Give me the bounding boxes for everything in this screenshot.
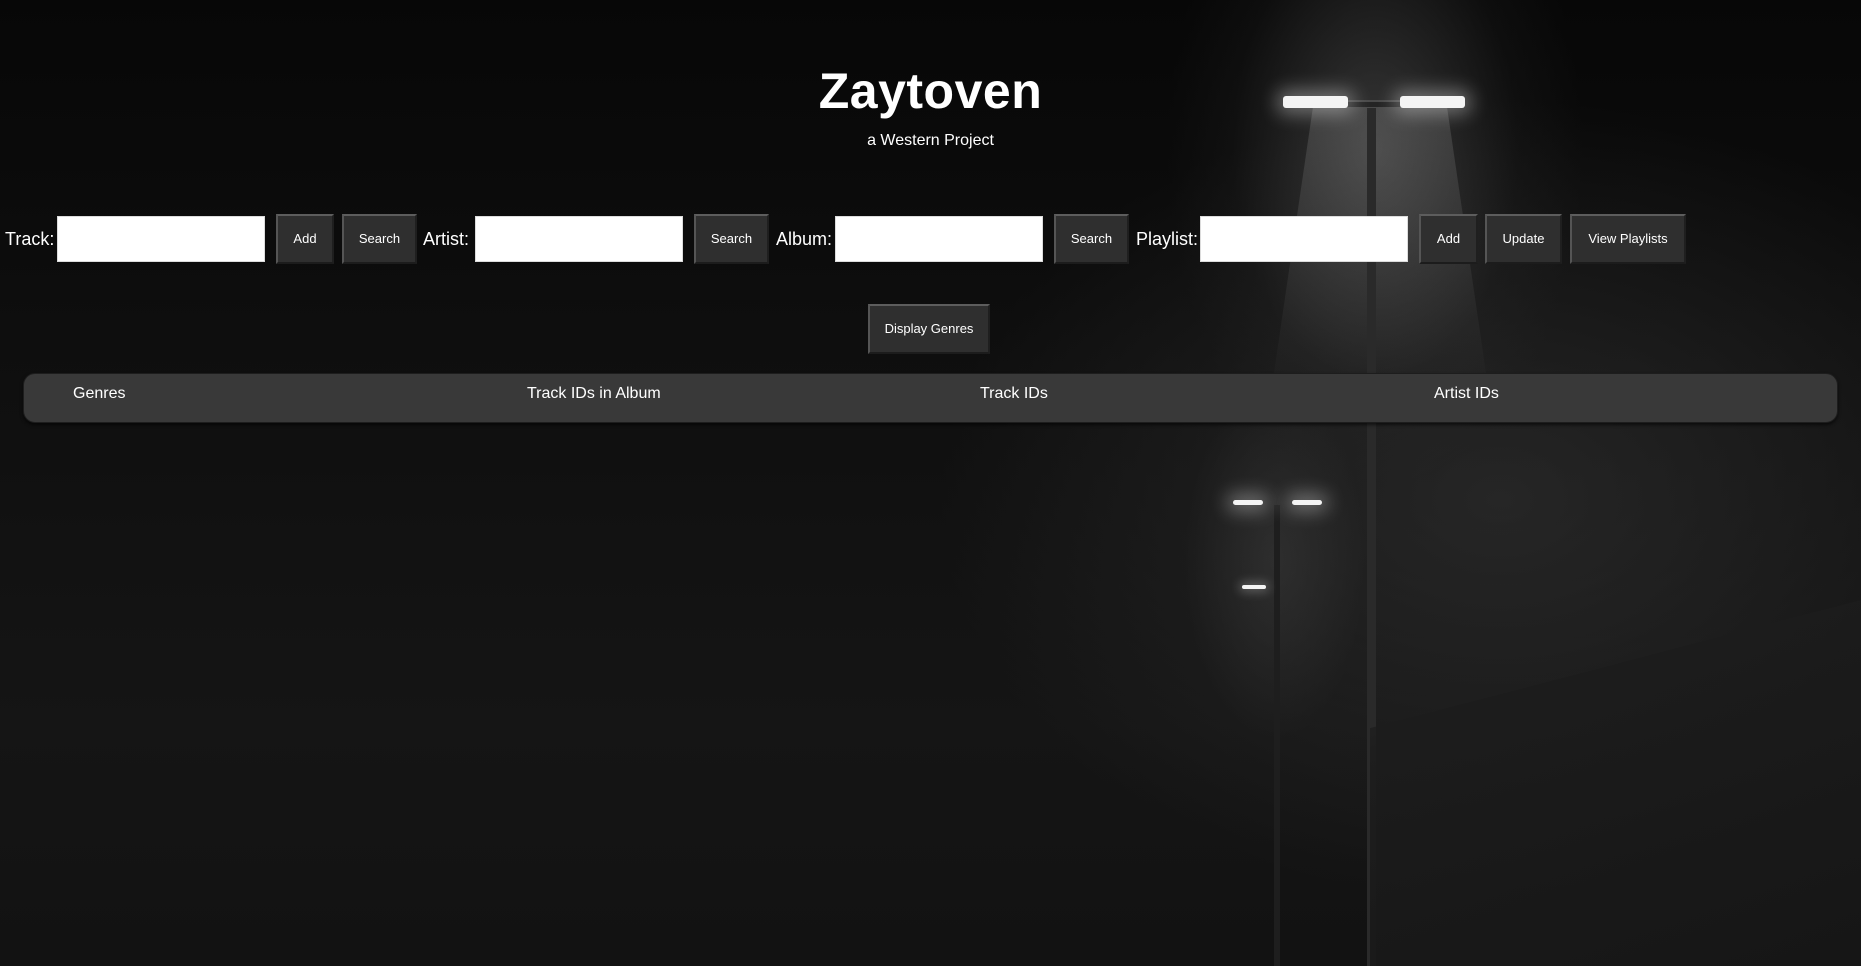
page-subtitle: a Western Project: [867, 132, 994, 149]
search-toolbar: Track: Add Search Artist: Search Album: …: [0, 214, 1861, 266]
view-playlists-button[interactable]: View Playlists: [1570, 214, 1686, 264]
track-label: Track:: [5, 229, 55, 249]
playlist-label: Playlist:: [1136, 229, 1199, 249]
artist-input[interactable]: [475, 216, 683, 262]
artist-search-button[interactable]: Search: [694, 214, 769, 264]
display-genres-button[interactable]: Display Genres: [868, 304, 990, 354]
results-table-header: Genres Track IDs in Album Track IDs Arti…: [23, 373, 1838, 423]
playlist-add-button[interactable]: Add: [1419, 214, 1478, 264]
column-header-track-ids: Track IDs: [980, 385, 1048, 402]
column-header-genres: Genres: [73, 385, 126, 402]
track-input[interactable]: [57, 216, 265, 262]
track-search-button[interactable]: Search: [342, 214, 417, 264]
track-add-button[interactable]: Add: [276, 214, 334, 264]
album-search-button[interactable]: Search: [1054, 214, 1129, 264]
album-label: Album:: [776, 229, 833, 249]
playlist-update-button[interactable]: Update: [1485, 214, 1562, 264]
album-input[interactable]: [835, 216, 1043, 262]
artist-label: Artist:: [423, 229, 470, 249]
column-header-track-ids-in-album: Track IDs in Album: [527, 385, 661, 402]
page-content: Zaytoven a Western Project Track: Add Se…: [0, 0, 1861, 966]
column-header-artist-ids: Artist IDs: [1434, 385, 1499, 402]
playlist-input[interactable]: [1200, 216, 1408, 262]
page-title: Zaytoven: [818, 63, 1043, 119]
